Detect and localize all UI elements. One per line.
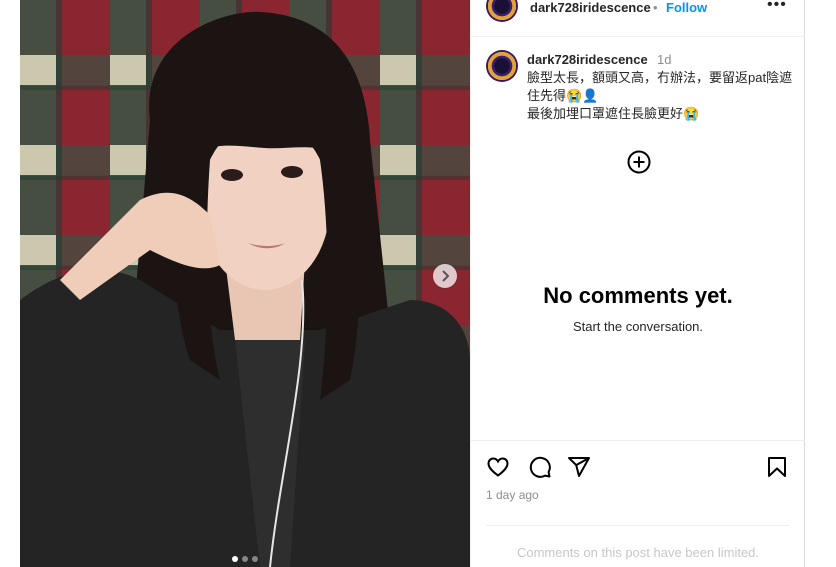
heart-icon[interactable] [486, 455, 510, 479]
caption-timestamp[interactable]: 1d [657, 52, 671, 67]
follow-separator: • [653, 0, 658, 15]
carousel-dot [252, 556, 258, 562]
no-comments-title: No comments yet. [543, 283, 733, 308]
comments-limited-notice: Comments on this post have been limited. [516, 545, 760, 560]
paper-plane-icon[interactable] [567, 455, 591, 479]
post-time-ago[interactable]: 1 day ago [486, 488, 539, 502]
bookmark-icon[interactable] [765, 455, 789, 479]
carousel-next-button[interactable] [433, 264, 457, 288]
post-sidebar: dark728iridescence • Follow ••• dark728i… [470, 0, 805, 567]
plus-circle-icon[interactable] [627, 150, 651, 174]
post-header: dark728iridescence • Follow ••• [471, 0, 805, 37]
instagram-post: dark728iridescence • Follow ••• dark728i… [20, 0, 805, 567]
carousel-indicator [232, 556, 258, 562]
more-options-button[interactable]: ••• [767, 0, 787, 14]
divider [486, 525, 790, 526]
no-comments-subtitle: Start the conversation. [572, 319, 704, 334]
chevron-right-icon [442, 270, 450, 282]
author-avatar[interactable] [486, 0, 518, 22]
follow-button[interactable]: Follow [666, 0, 707, 15]
carousel-dot [242, 556, 248, 562]
post-photo [20, 0, 470, 567]
caption-text: 臉型太長，額頭又高，冇辦法，要留返pat陰遮住先得😭👤 最後加埋口罩遮住長臉更好… [527, 70, 793, 121]
author-username-link[interactable]: dark728iridescence [530, 0, 651, 15]
comment-bubble-icon[interactable] [528, 455, 552, 479]
caption-username-link[interactable]: dark728iridescence [527, 52, 648, 67]
post-actions: 1 day ago Comments on this post have bee… [471, 440, 805, 567]
caption-author-avatar[interactable] [486, 50, 518, 82]
post-media[interactable] [20, 0, 470, 567]
carousel-dot [232, 556, 238, 562]
